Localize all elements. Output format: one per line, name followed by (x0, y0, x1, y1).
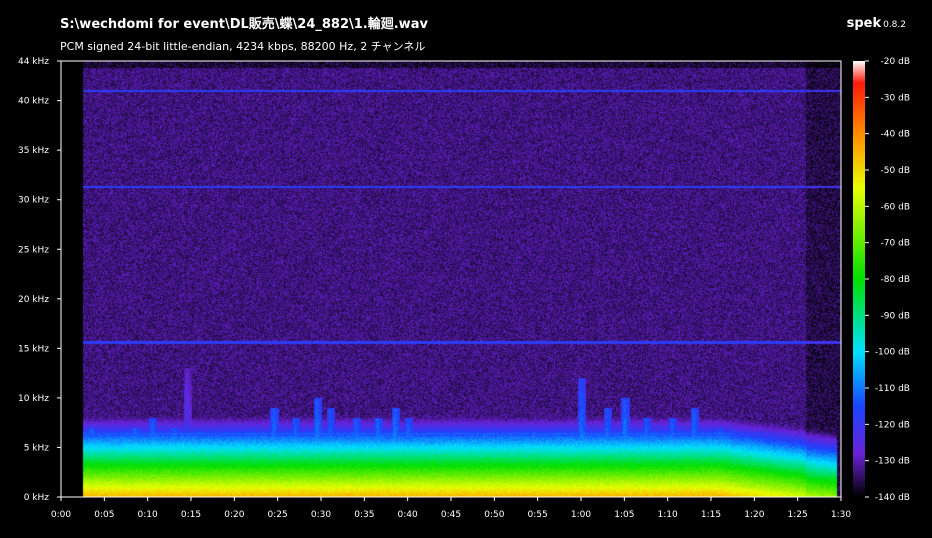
y-tick-label: 44 kHz (18, 57, 49, 67)
db-tick-label: -100 dB (875, 348, 910, 358)
db-tick-label: -140 dB (875, 493, 910, 503)
x-tick-label: 0:20 (224, 510, 244, 520)
x-tick-label: 1:30 (831, 510, 851, 520)
db-tick-label: -50 dB (881, 166, 910, 176)
x-axis: 0:00 0:05 0:10 0:15 0:20 0:25 0:30 0:35 0:40 0:45… (51, 497, 851, 520)
y-tick-label: 5 kHz (24, 443, 50, 453)
x-tick-label: 0:35 (354, 510, 374, 520)
x-tick-label: 0:25 (268, 510, 288, 520)
db-tick-label: -20 dB (881, 57, 910, 67)
x-tick-label: 0:15 (181, 510, 201, 520)
spek-window: S:\wechdomi for event\DL販売\蝶\24_882\1.輪廻… (0, 0, 932, 538)
db-scale: -20 dB -30 dB -40 dB -50 dB -60 dB -70 dB -80 … (865, 57, 910, 503)
x-tick-label: 0:00 (51, 510, 71, 520)
db-tick-label: -40 dB (881, 130, 910, 140)
db-tick-label: -110 dB (875, 384, 910, 394)
x-tick-label: 1:20 (744, 510, 764, 520)
x-tick-label: 1:00 (571, 510, 591, 520)
spectrogram-chart: 0 kHz 5 kHz 10 kHz 15 kHz 20 kHz 25 kHz 30 kHz… (18, 57, 910, 520)
y-tick-label: 25 kHz (18, 245, 49, 255)
x-tick-label: 1:15 (701, 510, 721, 520)
x-tick-label: 1:25 (788, 510, 808, 520)
y-tick-label: 20 kHz (18, 295, 49, 305)
db-tick-label: -90 dB (881, 311, 910, 321)
db-tick-label: -30 dB (881, 93, 910, 103)
y-axis: 0 kHz 5 kHz 10 kHz 15 kHz 20 kHz 25 kHz 30 kHz… (18, 57, 61, 503)
y-tick-label: 40 kHz (18, 97, 49, 107)
db-tick-label: -120 dB (875, 420, 910, 430)
y-tick-label: 15 kHz (18, 344, 49, 354)
x-tick-label: 1:05 (614, 510, 634, 520)
y-tick-label: 0 kHz (24, 493, 50, 503)
db-tick-label: -70 dB (881, 239, 910, 249)
x-tick-label: 0:10 (138, 510, 158, 520)
db-tick-label: -80 dB (881, 275, 910, 285)
y-tick-label: 35 kHz (18, 146, 49, 156)
y-tick-label: 30 kHz (18, 196, 49, 206)
spectrogram-heatmap (61, 61, 841, 497)
db-colorbar (853, 61, 865, 497)
x-tick-label: 0:55 (528, 510, 548, 520)
x-tick-label: 1:10 (658, 510, 678, 520)
x-tick-label: 0:05 (94, 510, 114, 520)
x-tick-label: 0:40 (398, 510, 418, 520)
x-tick-label: 0:50 (484, 510, 504, 520)
db-tick-label: -60 dB (881, 202, 910, 212)
db-tick-label: -130 dB (875, 457, 910, 467)
x-tick-label: 0:30 (311, 510, 331, 520)
x-tick-label: 0:45 (441, 510, 461, 520)
y-tick-label: 10 kHz (18, 394, 49, 404)
